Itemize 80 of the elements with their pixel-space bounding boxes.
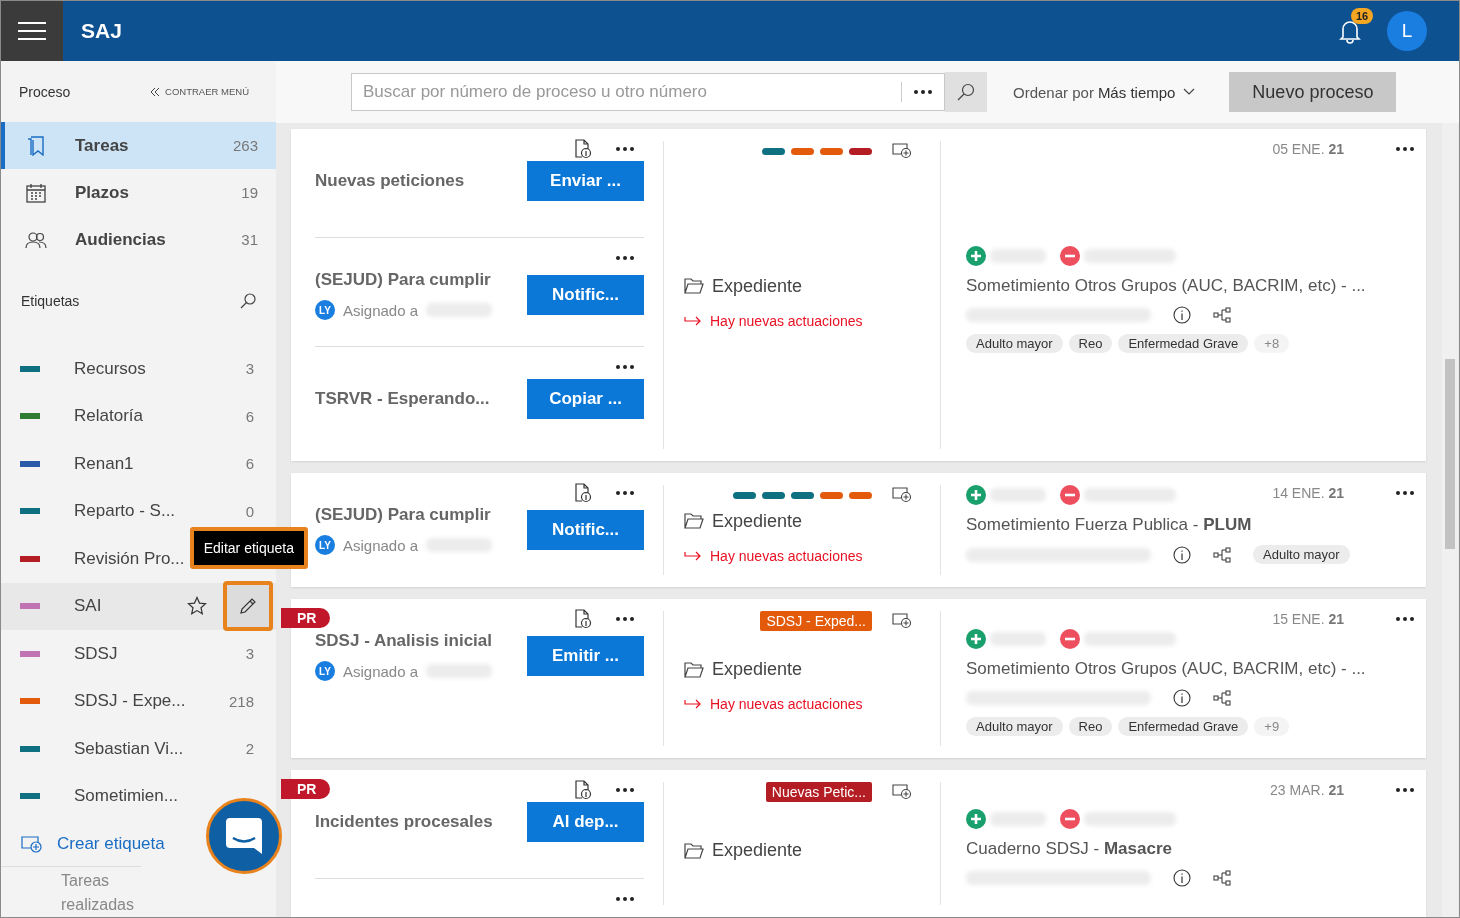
folder-label[interactable]: Expediente: [712, 510, 803, 532]
tag-chip: Enfermedad Grave: [1118, 717, 1249, 736]
label-name[interactable]: Relatoría: [74, 406, 246, 427]
label-count: 0: [245, 502, 254, 520]
folder-label[interactable]: Expediente: [712, 840, 803, 861]
action-button[interactable]: Notific...: [527, 510, 644, 550]
task-title: TSRVR - Esperando...: [315, 389, 490, 409]
tag-chip: Reo: [1068, 717, 1113, 736]
news-link[interactable]: Hay nuevas actuaciones: [710, 696, 863, 712]
tag-chip: Adulto mayor: [966, 717, 1063, 736]
priority-badge: PR: [281, 608, 331, 628]
case-title: Sometimiento Otros Grupos (AUC, BACRIM, etc) - ...: [966, 659, 1367, 679]
nav-count: 263: [232, 137, 258, 154]
assigned-label: Asignado a: [343, 301, 419, 319]
label-tag: SDSJ - Exped...: [760, 611, 872, 631]
new-process-button[interactable]: Nuevo proceso: [1229, 72, 1397, 112]
assignee-avatar: LY: [315, 661, 335, 681]
app-title: SAJ: [81, 19, 122, 43]
card-date: 15 ENE. 21: [1272, 611, 1344, 627]
sort-dropdown[interactable]: Ordenar por Más tiempo: [1007, 82, 1202, 102]
label-name[interactable]: SAI: [74, 596, 187, 617]
case-title: Sometimiento Fuerza Publica - PLUM: [966, 515, 1253, 535]
label-tag: Nuevas Petic...: [765, 782, 872, 802]
nav-label: Audiencias: [75, 229, 167, 250]
nav-count: 31: [241, 231, 258, 248]
case-title: Cuaderno SDSJ - Masacre: [966, 838, 1173, 859]
assignee-avatar: LY: [315, 300, 335, 320]
card-date: 05 ENE. 21: [1272, 141, 1344, 157]
label-count: 6: [245, 407, 254, 425]
news-link[interactable]: Hay nuevas actuaciones: [710, 312, 863, 329]
search-field[interactable]: Buscar por número de proceso u otro número: [351, 73, 945, 111]
folder-label[interactable]: Expediente: [712, 659, 803, 680]
nav-label: Tareas: [75, 135, 130, 156]
label-name[interactable]: Renan1: [74, 453, 246, 474]
label-name[interactable]: Recursos: [74, 358, 246, 379]
folder-label[interactable]: Expediente: [712, 275, 803, 297]
notification-count: 16: [1351, 8, 1374, 24]
assignee-avatar: LY: [315, 535, 335, 555]
tooltip: Editar etiqueta: [189, 526, 308, 569]
task-title: Incidentes procesales: [315, 812, 493, 832]
label-name[interactable]: SDSJ - Expe...: [74, 691, 229, 712]
tag-chip: Adulto mayor: [966, 333, 1063, 353]
action-button[interactable]: Emitir ...: [527, 636, 644, 676]
label-name[interactable]: Sometimien...: [74, 786, 254, 807]
assigned-label: Asignado a: [343, 536, 419, 554]
section-title: Proceso: [19, 83, 71, 100]
label-count: 218: [228, 692, 254, 710]
label-count: 6: [245, 455, 254, 473]
task-title: (SEJUD) Para cumplir: [315, 270, 492, 290]
label-name[interactable]: SDSJ: [74, 643, 246, 664]
card-date: 23 MAR. 21: [1270, 782, 1344, 798]
label-name[interactable]: Sebastian Vi...: [74, 738, 246, 759]
labels-title: Etiquetas: [21, 293, 80, 309]
card-date: 14 ENE. 21: [1272, 485, 1344, 501]
news-link[interactable]: Hay nuevas actuaciones: [710, 547, 863, 564]
nav-item[interactable]: Tareas 263: [1, 122, 276, 169]
collapse-menu-link[interactable]: CONTRAER MENÚ: [150, 86, 249, 97]
action-button[interactable]: Enviar ...: [527, 161, 644, 201]
action-button[interactable]: Copiar ...: [527, 379, 644, 419]
create-label-link[interactable]: Crear etiqueta: [13, 822, 173, 866]
task-title: Nuevas peticiones: [315, 171, 465, 191]
nav-label: Plazos: [75, 182, 130, 203]
label-count: 3: [245, 645, 254, 663]
nav-item[interactable]: Audiencias 31: [1, 216, 276, 263]
label-name[interactable]: Reparto - S...: [74, 501, 246, 522]
task-title: (SEJUD) Para cumplir: [315, 505, 492, 525]
tag-chip: Adulto mayor: [1253, 545, 1350, 564]
action-button[interactable]: Al dep...: [527, 802, 644, 842]
label-count: 2: [245, 740, 254, 758]
case-title: Sometimiento Otros Grupos (AUC, BACRIM, etc) - ...: [966, 275, 1367, 296]
nav-item[interactable]: Plazos 19: [1, 169, 276, 216]
tag-chip: Enfermedad Grave: [1118, 333, 1249, 353]
tag-chip: Reo: [1068, 333, 1113, 353]
nav-count: 19: [241, 184, 258, 201]
priority-badge: PR: [281, 779, 331, 799]
task-title: SDSJ - Analisis inicial: [315, 631, 493, 651]
action-button[interactable]: Notific...: [527, 275, 644, 315]
label-count: 3: [245, 360, 254, 378]
user-avatar[interactable]: L: [1387, 11, 1427, 51]
assigned-label: Asignado a: [343, 662, 419, 680]
